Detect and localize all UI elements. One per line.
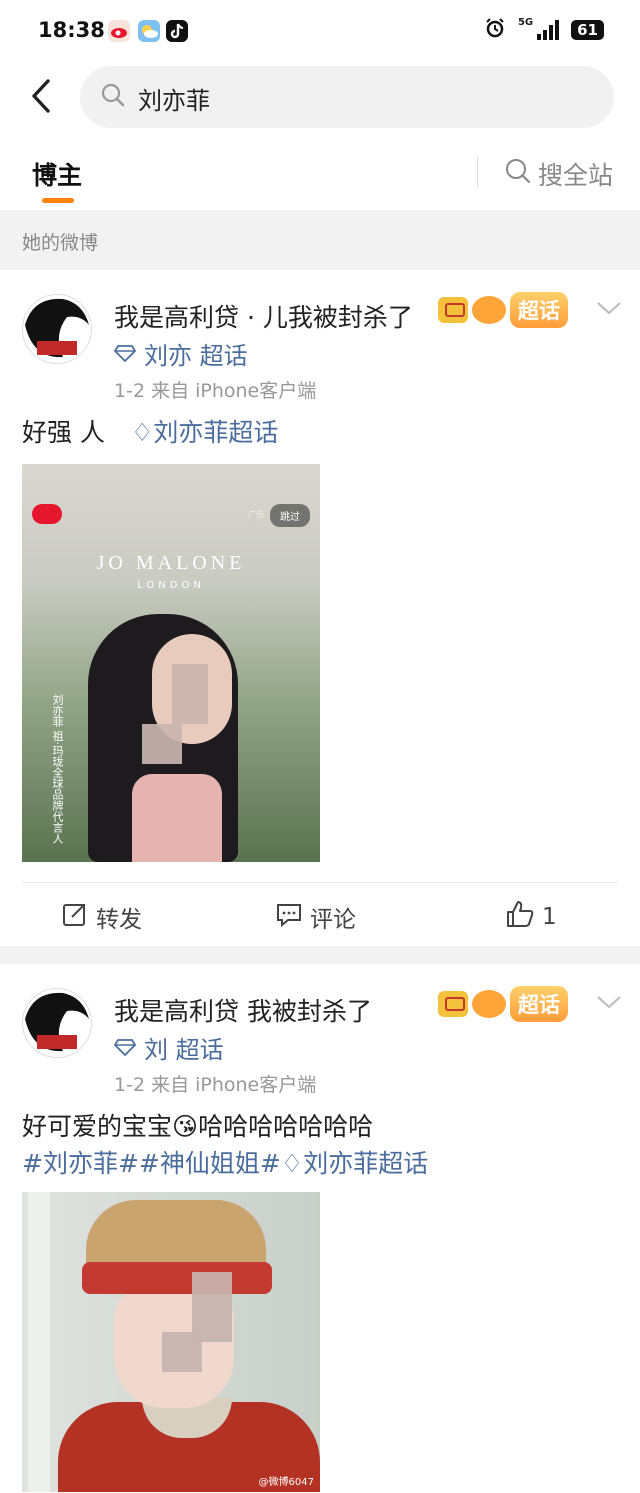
- tag-label: 刘 超话: [144, 1036, 224, 1064]
- photo-headband: [82, 1262, 272, 1294]
- divider: [22, 882, 618, 883]
- search-icon: [100, 82, 126, 112]
- network-label: 5G: [517, 17, 534, 28]
- post-body: 好强 人: [22, 418, 105, 447]
- post-text: 好可爱的宝宝😘哈哈哈哈哈哈哈 #刘亦菲##神仙姐姐#♢刘亦菲超话: [22, 1108, 428, 1182]
- mosaic-blur: [162, 1332, 202, 1372]
- weibo-logo-icon: [32, 504, 62, 524]
- search-all-button[interactable]: 搜全站: [504, 156, 613, 192]
- comment-label: 评论: [310, 907, 356, 933]
- username[interactable]: 我是高利贷 · 儿我被封杀了: [114, 298, 413, 334]
- user-badges: 超话: [438, 986, 568, 1022]
- chevron-down-icon[interactable]: [596, 300, 622, 320]
- diamond-icon: ♢: [130, 418, 154, 447]
- section-label: 她的微博: [22, 232, 99, 254]
- post-image[interactable]: 广告 跳过 JO MALONE LONDON 刘亦菲 祖·玛珑全球品牌代言人: [22, 464, 320, 862]
- active-tab-indicator: [42, 198, 74, 203]
- super-topic-tag[interactable]: 刘 超话: [113, 1030, 224, 1065]
- like-button[interactable]: 1: [506, 900, 557, 934]
- tag-label: 刘亦 超话: [144, 342, 248, 370]
- post-card[interactable]: 我是高利贷 我被封杀了 超话 刘 超话 1-2 来自 iPhone客户端 好可爱…: [0, 964, 640, 1493]
- repost-label: 转发: [96, 907, 142, 933]
- alarm-icon: [484, 17, 506, 43]
- post-image[interactable]: @微博6047: [22, 1192, 320, 1492]
- post-meta: 1-2 来自 iPhone客户端: [114, 1074, 317, 1096]
- chevron-down-icon[interactable]: [596, 994, 622, 1014]
- post-body: 好可爱的宝宝😘哈哈哈哈哈哈哈: [22, 1112, 374, 1141]
- tab-divider: [477, 158, 478, 186]
- post-card[interactable]: 我是高利贷 · 儿我被封杀了 超话 刘亦 超话 1-2 来自 iPhone客户端…: [0, 270, 640, 946]
- avatar[interactable]: [22, 294, 92, 364]
- super-topic-badge[interactable]: 超话: [510, 292, 568, 328]
- diamond-icon: [113, 1034, 137, 1062]
- photo-background: [28, 1192, 50, 1492]
- mosaic-blur: [172, 664, 208, 724]
- battery-level: 61: [577, 21, 598, 39]
- post-meta: 1-2 来自 iPhone客户端: [114, 380, 317, 402]
- search-icon: [504, 157, 532, 191]
- repost-icon: [62, 901, 88, 933]
- search-query: 刘亦菲: [138, 87, 210, 115]
- like-count: 1: [542, 904, 557, 930]
- topic-link[interactable]: 刘亦菲超话: [153, 418, 278, 447]
- back-icon[interactable]: [26, 78, 56, 114]
- section-header: 她的微博: [0, 210, 640, 270]
- brand-subtitle: LONDON: [137, 580, 205, 591]
- repost-button[interactable]: 转发: [62, 900, 142, 934]
- ad-label: 广告: [248, 510, 264, 519]
- skip-button[interactable]: 跳过: [270, 504, 310, 527]
- image-caption: 刘亦菲 祖·玛珑全球品牌代言人: [51, 694, 64, 844]
- tab-bloggers[interactable]: 博主: [32, 156, 82, 192]
- signal-icon: [537, 20, 560, 40]
- user-badges: 超话: [438, 292, 568, 328]
- fish-icon: [472, 990, 506, 1018]
- search-header: 刘亦菲: [0, 62, 640, 132]
- tab-bar: 博主 搜全站: [0, 140, 640, 210]
- fish-icon: [472, 296, 506, 324]
- weather-app-icon: [138, 20, 160, 42]
- photo-dress: [132, 774, 222, 862]
- comment-icon: [276, 901, 302, 933]
- search-input[interactable]: 刘亦菲: [80, 66, 614, 128]
- status-bar: 18:38 5G 61: [0, 0, 640, 62]
- post-separator: [0, 946, 640, 964]
- search-all-label: 搜全站: [538, 161, 614, 190]
- crown-icon: [438, 297, 468, 323]
- image-watermark: @微博6047: [258, 1477, 314, 1488]
- hashtag-links[interactable]: #刘亦菲##神仙姐姐#: [22, 1149, 281, 1178]
- diamond-icon: [113, 340, 137, 368]
- weibo-app-icon: [108, 20, 130, 42]
- crown-icon: [438, 991, 468, 1017]
- post-text: 好强 人 ♢刘亦菲超话: [22, 414, 278, 451]
- super-topic-badge[interactable]: 超话: [510, 986, 568, 1022]
- super-topic-tag[interactable]: 刘亦 超话: [113, 336, 248, 371]
- post-actions: 转发 评论 1: [0, 884, 640, 948]
- brand-title: JO MALONE: [96, 552, 246, 574]
- tiktok-app-icon: [166, 20, 188, 42]
- topic-link[interactable]: 刘亦菲超话: [303, 1149, 428, 1178]
- status-time: 18:38: [38, 18, 105, 42]
- mosaic-blur: [142, 724, 182, 764]
- avatar[interactable]: [22, 988, 92, 1058]
- battery-icon: 61: [571, 20, 604, 40]
- comment-button[interactable]: 评论: [276, 900, 356, 934]
- thumbs-up-icon: [506, 900, 534, 934]
- diamond-icon: ♢: [280, 1149, 304, 1178]
- username[interactable]: 我是高利贷 我被封杀了: [114, 992, 372, 1028]
